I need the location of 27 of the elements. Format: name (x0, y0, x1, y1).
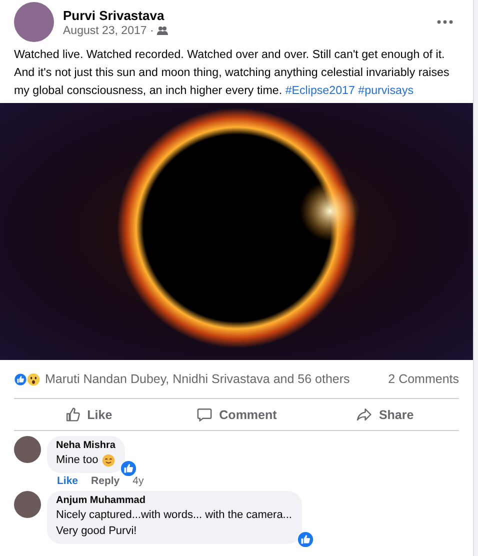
comment-time: 4y (132, 475, 144, 487)
reply-link[interactable]: Reply (91, 475, 120, 487)
reactions-summary[interactable]: Maruti Nandan Dubey, Nnidhi Srivastava and 56 others (45, 372, 388, 386)
wow-reaction-icon (27, 372, 40, 386)
comment-text: Mine too (56, 453, 98, 468)
comments-count[interactable]: 2 Comments (388, 372, 459, 386)
speech-bubble-icon (196, 406, 214, 423)
thumbs-up-icon (64, 406, 82, 423)
share-button[interactable]: Share (310, 399, 459, 430)
commenter-avatar[interactable] (14, 436, 41, 463)
like-link[interactable]: Like (57, 475, 78, 487)
commenter-name[interactable]: Anjum Muhammad (56, 495, 292, 506)
hashtag-link[interactable]: #purvisays (358, 84, 414, 97)
share-arrow-icon (356, 406, 373, 423)
commenter-avatar[interactable] (14, 491, 41, 518)
author-name[interactable]: Purvi Srivastava (63, 8, 428, 22)
post-date[interactable]: August 23, 2017 · (63, 24, 154, 36)
friends-icon (156, 26, 168, 35)
like-button[interactable]: Like (14, 399, 162, 430)
avatar[interactable] (14, 2, 54, 42)
hashtag-link[interactable]: #Eclipse2017 (285, 84, 355, 97)
comment-button[interactable]: Comment (162, 399, 311, 430)
comment-text: Nicely captured...with words... with the camera... Very good Purvi! (56, 508, 292, 539)
more-options-icon[interactable] (437, 20, 453, 24)
like-reaction-icon (14, 372, 27, 386)
post-text: Watched live. Watched recorded. Watched over and over. Still can't get enough of it. And it's not just this sun and moon thing, watching anything celestial invariably raises my global consciousness, an inch higher every time. #Eclipse2017 #purvisays (13, 47, 450, 99)
commenter-name[interactable]: Neha Mishra (56, 440, 116, 451)
